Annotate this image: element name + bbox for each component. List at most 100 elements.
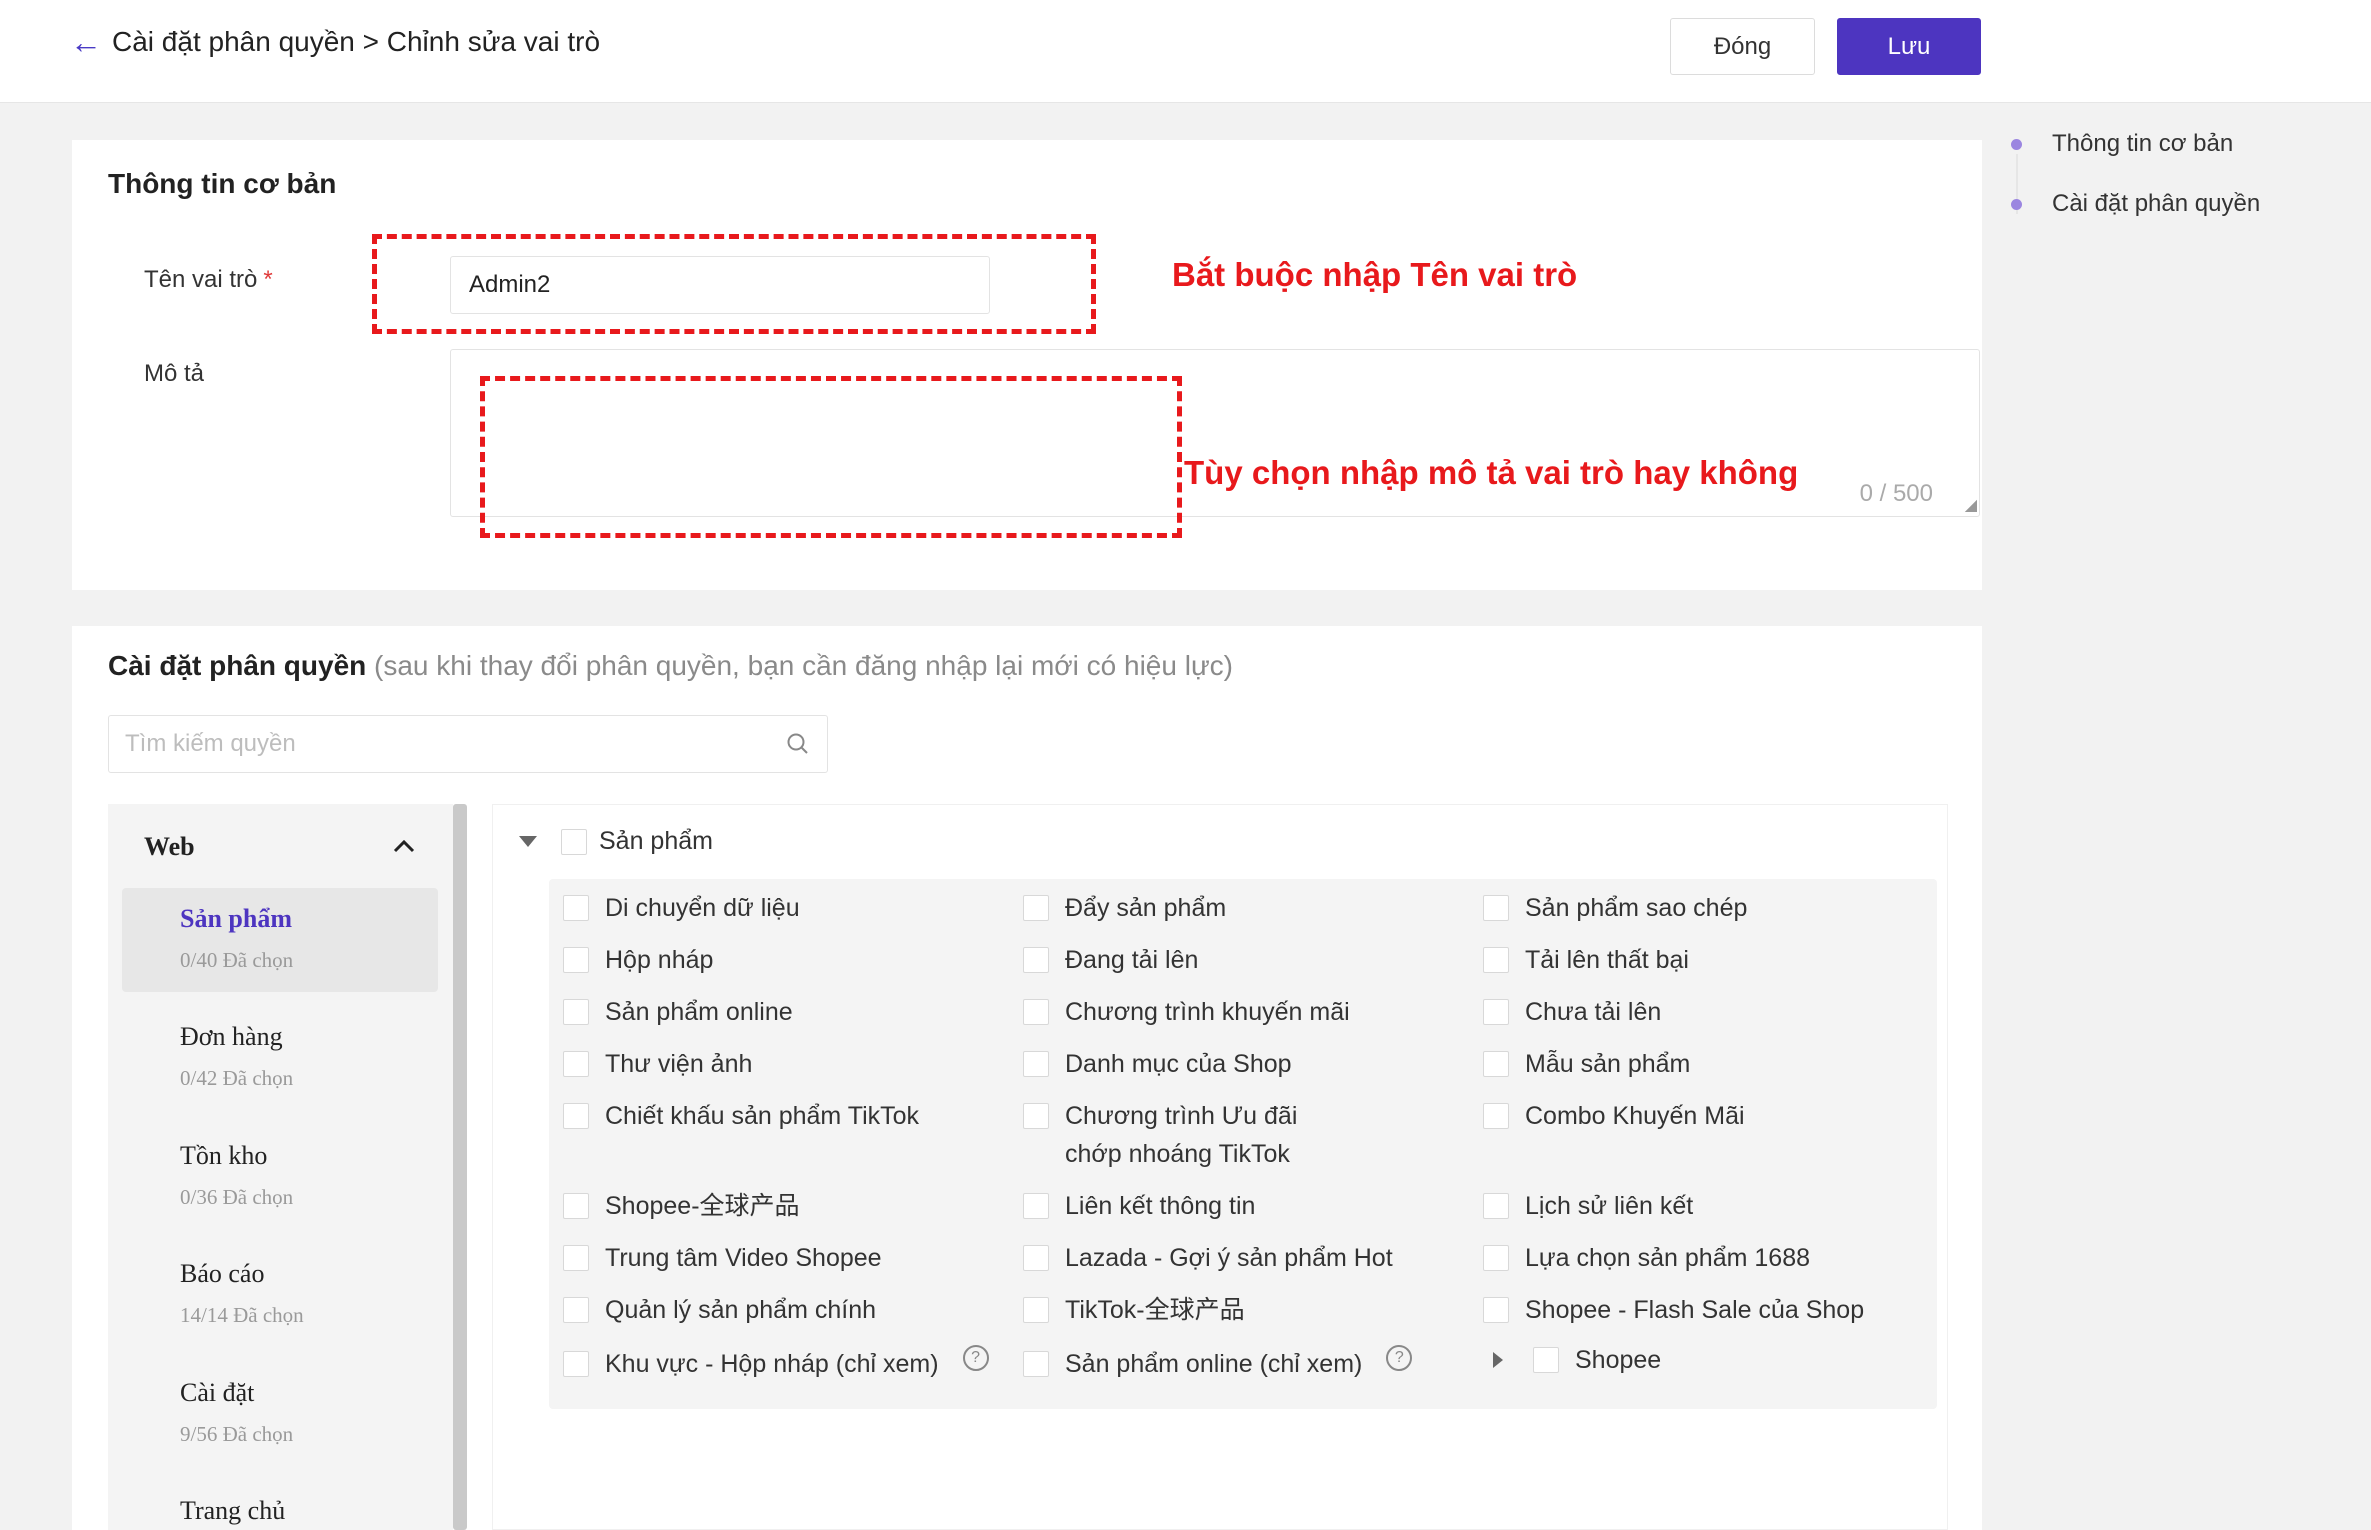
checkbox[interactable]	[563, 895, 589, 921]
permission-search-input[interactable]: Tìm kiếm quyền	[108, 715, 828, 773]
nav-item-count: 0/40 Đã chọn	[180, 948, 294, 972]
checkbox[interactable]	[1023, 1297, 1049, 1323]
nav-item-orders[interactable]: Đơn hàng 0/42 Đã chọn	[122, 1006, 438, 1110]
permission-item[interactable]: Chưa tải lên	[1483, 993, 1661, 1031]
permission-item[interactable]: Tải lên thất bại	[1483, 941, 1689, 979]
close-button[interactable]: Đóng	[1670, 18, 1815, 75]
nav-item-count: 0/42 Đã chọn	[180, 1066, 294, 1090]
caret-down-icon[interactable]	[519, 836, 537, 847]
permission-item[interactable]: Đang tải lên	[1023, 941, 1198, 979]
checkbox[interactable]	[1023, 947, 1049, 973]
checkbox[interactable]	[1483, 1297, 1509, 1323]
permission-note: (sau khi thay đổi phân quyền, bạn cần đă…	[374, 650, 1234, 681]
permission-item[interactable]: Shopee-全球产品	[563, 1187, 800, 1225]
role-name-label-text: Tên vai trò	[144, 266, 258, 293]
permission-item[interactable]: Shopee - Flash Sale của Shop	[1483, 1291, 1864, 1329]
permission-group-products: Sản phẩm	[519, 827, 713, 856]
permission-label: Sản phẩm sao chép	[1525, 894, 1748, 922]
chevron-up-icon[interactable]	[392, 836, 416, 856]
checkbox[interactable]	[563, 1351, 589, 1377]
permission-item[interactable]: Sản phẩm sao chép	[1483, 889, 1747, 927]
anchor-permission-settings[interactable]: Cài đặt phân quyền	[2000, 190, 2260, 218]
checkbox[interactable]	[1483, 1193, 1509, 1219]
checkbox[interactable]	[1483, 999, 1509, 1025]
save-button[interactable]: Lưu	[1837, 18, 1981, 75]
checkbox[interactable]	[563, 1051, 589, 1077]
permission-label: Shopee - Flash Sale của Shop	[1525, 1296, 1865, 1324]
permission-item[interactable]: TikTok-全球产品	[1023, 1291, 1245, 1329]
checkbox[interactable]	[563, 1245, 589, 1271]
dot-icon	[2011, 198, 2022, 210]
checkbox[interactable]	[1533, 1347, 1559, 1373]
permission-item[interactable]: Sản phẩm online (chỉ xem)?	[1023, 1345, 1413, 1383]
permission-item[interactable]: Chiết khấu sản phẩm TikTok	[563, 1097, 919, 1135]
checkbox[interactable]	[1023, 895, 1049, 921]
caret-right-icon[interactable]	[1493, 1352, 1503, 1368]
permission-item[interactable]: Quản lý sản phẩm chính	[563, 1291, 876, 1329]
permission-subgroup-shopee[interactable]: Shopee	[1493, 1341, 1661, 1379]
search-icon[interactable]	[785, 731, 811, 757]
permission-label: Lazada - Gợi ý sản phẩm Hot	[1065, 1244, 1393, 1272]
checkbox[interactable]	[1483, 1051, 1509, 1077]
checkbox[interactable]	[563, 1193, 589, 1219]
permission-item[interactable]: Sản phẩm online	[563, 993, 793, 1031]
permission-label: Quản lý sản phẩm chính	[605, 1296, 876, 1324]
checkbox[interactable]	[1023, 1051, 1049, 1077]
nav-item-count: 9/56 Đã chọn	[180, 1422, 294, 1446]
checkbox[interactable]	[563, 947, 589, 973]
checkbox[interactable]	[1023, 1245, 1049, 1271]
permission-item[interactable]: Liên kết thông tin	[1023, 1187, 1255, 1225]
char-counter: 0 / 500	[1859, 480, 1933, 507]
permission-item[interactable]: Mẫu sản phẩm	[1483, 1045, 1690, 1083]
checkbox[interactable]	[1023, 1103, 1049, 1129]
checkbox[interactable]	[1023, 1351, 1049, 1377]
permission-item[interactable]: Chương trình khuyến mãi	[1023, 993, 1350, 1031]
nav-item-products[interactable]: Sản phẩm 0/40 Đã chọn	[122, 888, 438, 992]
permission-item[interactable]: Lựa chọn sản phẩm 1688	[1483, 1239, 1810, 1277]
permission-item[interactable]: Combo Khuyến Mãi	[1483, 1097, 1745, 1135]
checkbox[interactable]	[1483, 1245, 1509, 1271]
permission-item[interactable]: Thư viện ảnh	[563, 1045, 752, 1083]
nav-item-count: 0/36 Đã chọn	[180, 1185, 294, 1209]
checkbox[interactable]	[563, 1103, 589, 1129]
back-arrow-icon[interactable]: ←	[70, 26, 102, 58]
permission-item[interactable]: Đẩy sản phẩm	[1023, 889, 1226, 927]
permission-label: Chương trình khuyến mãi	[1065, 998, 1350, 1026]
checkbox[interactable]	[563, 999, 589, 1025]
permission-item[interactable]: Hộp nháp	[563, 941, 713, 979]
checkbox[interactable]	[1483, 1103, 1509, 1129]
group-checkbox[interactable]	[561, 828, 587, 855]
permission-label: Combo Khuyến Mãi	[1525, 1102, 1745, 1130]
resize-handle-icon[interactable]: ◢	[1965, 498, 1977, 514]
checkbox[interactable]	[1483, 895, 1509, 921]
permission-item[interactable]: Lazada - Gợi ý sản phẩm Hot	[1023, 1239, 1393, 1277]
anchor-basic-info[interactable]: Thông tin cơ bản	[2000, 130, 2233, 158]
nav-item-inventory[interactable]: Tồn kho 0/36 Đã chọn	[122, 1125, 438, 1229]
permission-label: Chương trình Ưu đãi chớp nhoáng TikTok	[1065, 1102, 1298, 1168]
anchor-label: Cài đặt phân quyền	[2052, 190, 2261, 217]
nav-item-home[interactable]: Trang chủ	[122, 1480, 438, 1530]
checkbox[interactable]	[1483, 947, 1509, 973]
permission-item[interactable]: Trung tâm Video Shopee	[563, 1239, 882, 1277]
permission-item[interactable]: Lịch sử liên kết	[1483, 1187, 1693, 1225]
nav-item-settings[interactable]: Cài đặt 9/56 Đã chọn	[122, 1362, 438, 1466]
permission-item[interactable]: Khu vực - Hộp nháp (chỉ xem)?	[563, 1345, 989, 1383]
nav-item-name: Cài đặt	[180, 1378, 255, 1407]
permission-label: Hộp nháp	[605, 946, 714, 974]
basic-info-card: Thông tin cơ bản Tên vai trò * Admin2 Mô …	[72, 140, 1982, 590]
permission-card: Cài đặt phân quyền (sau khi thay đổi phâ…	[72, 626, 1982, 1530]
nav-item-reports[interactable]: Báo cáo 14/14 Đã chọn	[122, 1243, 438, 1347]
permission-item[interactable]: Di chuyển dữ liệu	[563, 889, 800, 927]
anchor-label: Thông tin cơ bản	[2052, 130, 2234, 157]
permission-item[interactable]: Danh mục của Shop	[1023, 1045, 1292, 1083]
nav-scrollbar[interactable]	[453, 804, 467, 1530]
checkbox[interactable]	[1023, 999, 1049, 1025]
permission-label: Lịch sử liên kết	[1525, 1192, 1694, 1220]
checkbox[interactable]	[563, 1297, 589, 1323]
help-icon[interactable]: ?	[962, 1345, 989, 1371]
permission-panel: Sản phẩm Di chuyển dữ liệu Hộp nháp Sản …	[492, 804, 1948, 1530]
help-icon[interactable]: ?	[1386, 1345, 1413, 1371]
checkbox[interactable]	[1023, 1193, 1049, 1219]
permission-item[interactable]: Chương trình Ưu đãi chớp nhoáng TikTok	[1023, 1097, 1353, 1173]
section-anchor-nav: Thông tin cơ bản Cài đặt phân quyền	[2000, 130, 2360, 230]
